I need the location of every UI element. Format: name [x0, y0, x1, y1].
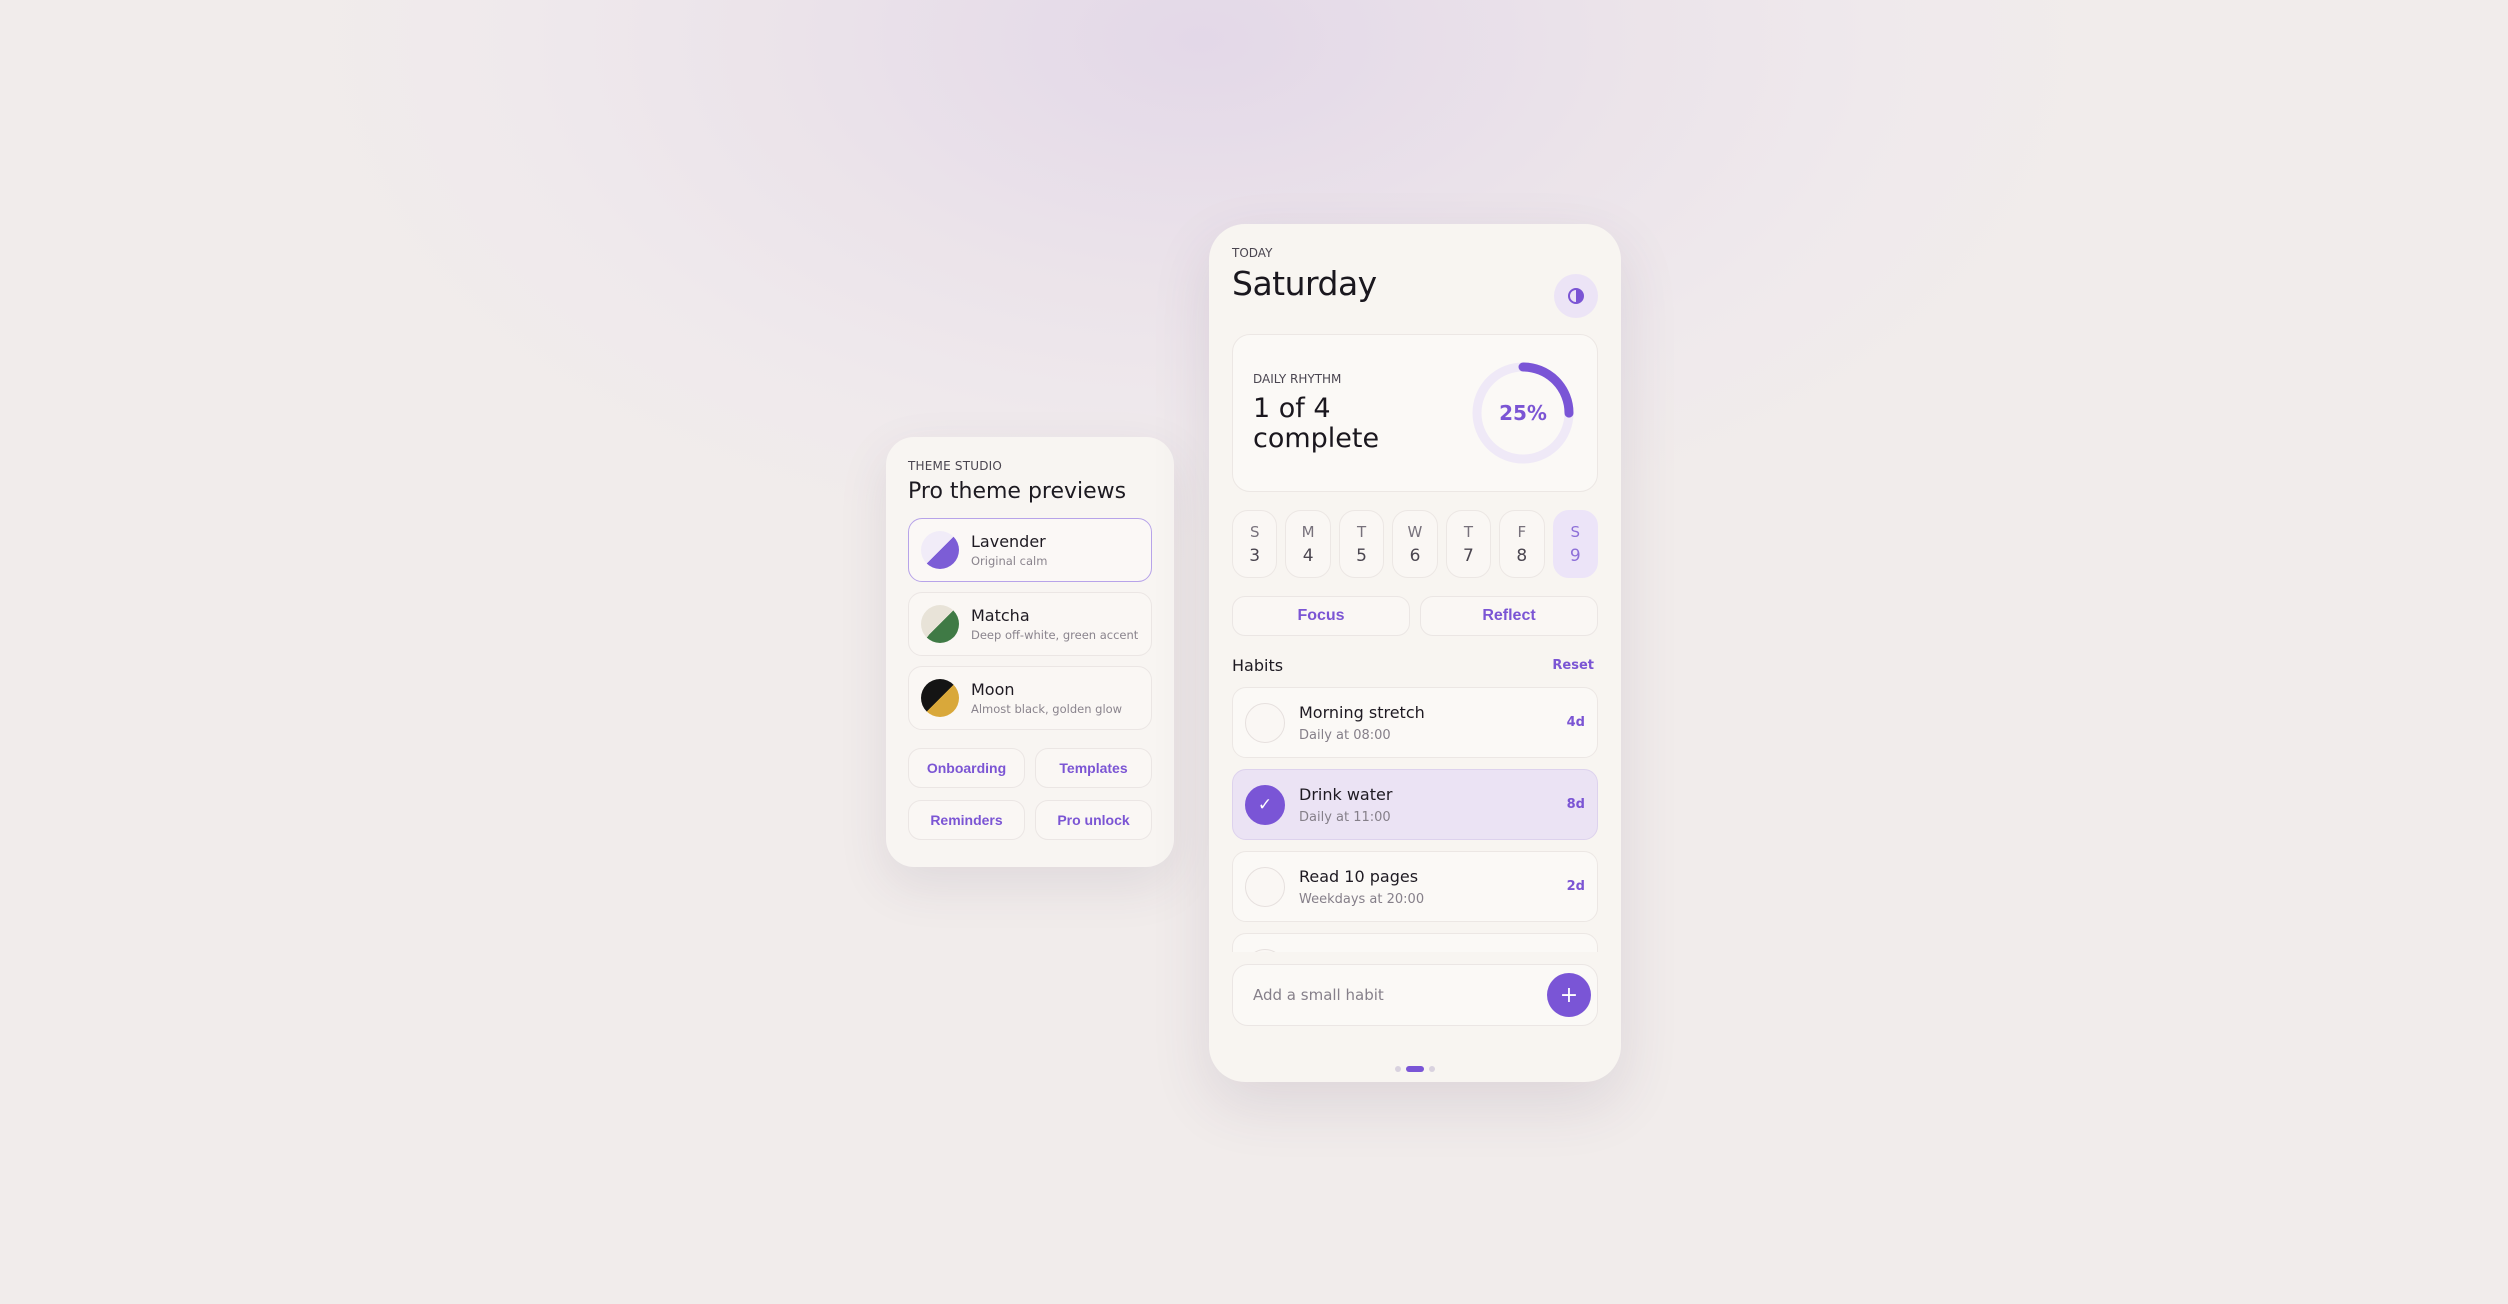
day-number: 5: [1356, 545, 1367, 566]
page-dot[interactable]: [1429, 1066, 1435, 1072]
habit-name: Morning stretch: [1299, 702, 1425, 722]
mode-row: Focus Reflect: [1232, 596, 1598, 636]
progress-percent: 25%: [1499, 401, 1547, 425]
habit-checkbox-checked[interactable]: ✓: [1245, 784, 1285, 825]
day-pill[interactable]: T5: [1338, 510, 1385, 578]
theme-name: Moon: [971, 680, 1015, 699]
habit-checkbox[interactable]: [1245, 948, 1285, 952]
habit-streak: 2d: [1566, 879, 1585, 894]
habit-row-partial[interactable]: [1232, 933, 1598, 952]
theme-toggle-button[interactable]: [1554, 274, 1598, 318]
progress-ring: 25%: [1469, 359, 1577, 467]
studio-eyebrow: THEME STUDIO: [908, 459, 1003, 473]
day-pill[interactable]: T7: [1445, 510, 1492, 578]
day-number: 7: [1462, 545, 1474, 566]
day-number: 9: [1569, 545, 1581, 566]
day-letter: T: [1463, 522, 1473, 541]
habit-row[interactable]: Read 10 pages Weekdays at 20:00 2d: [1232, 851, 1598, 922]
day-letter: T: [1356, 522, 1367, 541]
page-dot-active[interactable]: [1406, 1066, 1424, 1072]
page-dot[interactable]: [1395, 1066, 1401, 1072]
habit-streak: 8d: [1566, 797, 1585, 812]
habit-name: Drink water: [1299, 784, 1393, 804]
day-number: 3: [1249, 545, 1261, 566]
day-pill[interactable]: W6: [1392, 510, 1438, 578]
habit-name: Read 10 pages: [1299, 866, 1419, 886]
theme-subtitle: Almost black, golden glow: [971, 702, 1123, 716]
lavender-swatch-icon: [921, 531, 959, 569]
rhythm-summary: 1 of 4 complete: [1253, 393, 1380, 454]
reminders-button[interactable]: Reminders: [908, 800, 1025, 840]
day-letter: S: [1249, 522, 1260, 541]
theme-name: Matcha: [971, 606, 1030, 625]
checkmark-icon: ✓: [1257, 794, 1273, 815]
theme-option-matcha[interactable]: Matcha Deep off-white, green accent: [908, 592, 1152, 656]
day-letter: F: [1517, 522, 1527, 541]
habit-schedule: Daily at 08:00: [1299, 727, 1391, 743]
page-title: Saturday: [1232, 264, 1377, 303]
theme-list: Lavender Original calm Matcha Deep off-w…: [908, 518, 1152, 730]
habit-checkbox[interactable]: [1245, 702, 1285, 743]
phone-header: TODAY Saturday: [1232, 246, 1598, 318]
day-number: 6: [1409, 545, 1421, 566]
habit-checkbox[interactable]: [1245, 866, 1285, 907]
plus-icon: +: [1559, 982, 1579, 1008]
habit-schedule: Daily at 11:00: [1299, 809, 1391, 825]
focus-button[interactable]: Focus: [1232, 596, 1410, 636]
habit-schedule: Weekdays at 20:00: [1299, 891, 1425, 907]
day-pill[interactable]: F8: [1499, 510, 1545, 578]
templates-button[interactable]: Templates: [1035, 748, 1152, 788]
habit-list-scroll[interactable]: Morning stretch Daily at 08:00 4d ✓ Drin…: [1232, 687, 1598, 952]
habits-header: Habits Reset: [1232, 656, 1598, 675]
day-number: 4: [1302, 545, 1314, 566]
theme-option-moon[interactable]: Moon Almost black, golden glow: [908, 666, 1152, 730]
day-letter: S: [1570, 522, 1580, 541]
habit-streak: 4d: [1566, 715, 1585, 730]
add-habit-input[interactable]: [1253, 986, 1547, 1004]
theme-studio-card: THEME STUDIO Pro theme previews Lavender…: [886, 437, 1174, 867]
add-habit-button[interactable]: +: [1547, 973, 1591, 1017]
moon-swatch-icon: [921, 679, 959, 717]
contrast-icon: [1568, 288, 1584, 304]
studio-title: Pro theme previews: [908, 479, 1127, 504]
day-number: 8: [1516, 545, 1528, 566]
onboarding-button[interactable]: Onboarding: [908, 748, 1025, 788]
reflect-button[interactable]: Reflect: [1420, 596, 1598, 636]
page-indicator: [1232, 1066, 1598, 1072]
studio-links: Onboarding Templates Reminders Pro unloc…: [908, 748, 1152, 840]
pro-unlock-button[interactable]: Pro unlock: [1035, 800, 1152, 840]
habits-title: Habits: [1232, 656, 1284, 675]
habit-list: Morning stretch Daily at 08:00 4d ✓ Drin…: [1232, 687, 1598, 952]
day-pill[interactable]: S3: [1232, 510, 1278, 578]
daily-rhythm-card: DAILY RHYTHM 1 of 4 complete 25%: [1232, 334, 1598, 492]
today-eyebrow: TODAY: [1232, 246, 1273, 260]
theme-option-lavender[interactable]: Lavender Original calm: [908, 518, 1152, 582]
day-letter: W: [1407, 522, 1423, 541]
day-pill-selected[interactable]: S9: [1552, 510, 1598, 578]
theme-subtitle: Original calm: [971, 554, 1048, 568]
day-pill[interactable]: M4: [1285, 510, 1331, 578]
reset-link[interactable]: Reset: [1552, 658, 1594, 673]
rhythm-eyebrow: DAILY RHYTHM: [1253, 372, 1342, 386]
theme-name: Lavender: [971, 532, 1046, 551]
day-letter: M: [1301, 522, 1315, 541]
add-habit-bar: +: [1232, 964, 1598, 1026]
theme-subtitle: Deep off-white, green accent: [971, 628, 1139, 642]
matcha-swatch-icon: [921, 605, 959, 643]
week-strip: S3 M4 T5 W6 T7 F8 S9: [1232, 510, 1598, 578]
habit-row[interactable]: Morning stretch Daily at 08:00 4d: [1232, 687, 1598, 758]
habit-row-completed[interactable]: ✓ Drink water Daily at 11:00 8d: [1232, 769, 1598, 840]
phone-card: TODAY Saturday DAILY RHYTHM 1 of 4 compl…: [1209, 224, 1621, 1082]
